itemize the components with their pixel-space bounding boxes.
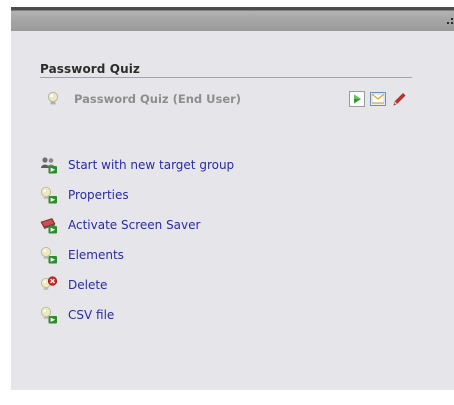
csv-file-link[interactable]: CSV file xyxy=(40,306,412,336)
start-new-target-group-link[interactable]: Start with new target group xyxy=(40,156,412,186)
section-divider xyxy=(40,77,412,78)
screensaver-icon xyxy=(40,218,57,234)
csv-icon xyxy=(41,307,57,324)
delete-icon xyxy=(41,276,58,290)
elements-link[interactable]: Elements xyxy=(40,246,412,276)
play-button[interactable] xyxy=(349,91,365,107)
target-group-icon xyxy=(41,157,57,174)
resize-grip-icon[interactable] xyxy=(447,18,453,24)
properties-icon xyxy=(41,187,57,204)
action-menu: Start with new target group Properties A… xyxy=(40,156,412,336)
menu-label: Properties xyxy=(68,188,129,202)
edit-button[interactable] xyxy=(391,91,407,107)
menu-label: Start with new target group xyxy=(68,158,235,172)
mail-button[interactable] xyxy=(370,91,386,107)
properties-link[interactable]: Properties xyxy=(40,186,412,216)
quiz-name-label: Password Quiz (End User) xyxy=(74,92,242,106)
section-title: Password Quiz xyxy=(40,62,141,76)
quiz-panel: Password Quiz Password Quiz (End User) S… xyxy=(11,7,454,390)
menu-label: Delete xyxy=(68,278,108,292)
quiz-item-row: Password Quiz (End User) xyxy=(40,90,412,110)
menu-label: CSV file xyxy=(68,308,115,322)
elements-icon xyxy=(41,247,57,264)
menu-label: Elements xyxy=(68,248,124,262)
menu-label: Activate Screen Saver xyxy=(68,218,201,232)
delete-link[interactable]: Delete xyxy=(40,276,412,306)
panel-titlebar xyxy=(11,7,454,31)
lightbulb-icon xyxy=(47,91,59,105)
activate-screen-saver-link[interactable]: Activate Screen Saver xyxy=(40,216,412,246)
